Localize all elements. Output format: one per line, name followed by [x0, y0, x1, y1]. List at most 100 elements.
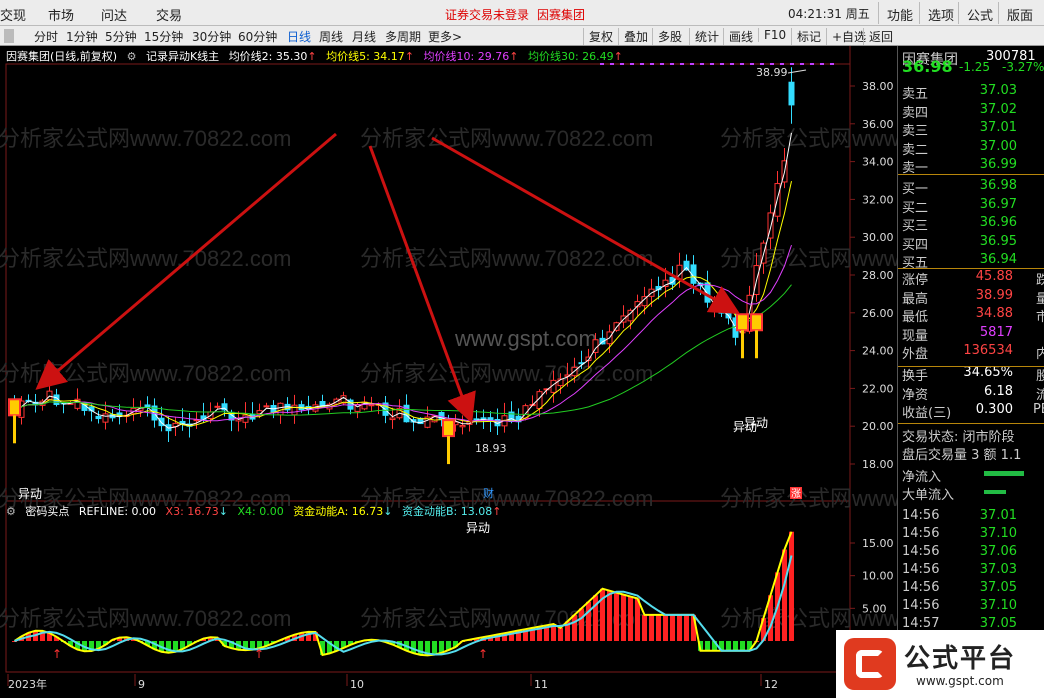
candle-body [291, 404, 298, 416]
fuquan-button[interactable]: 复权 [583, 28, 613, 45]
signal-dot [630, 63, 634, 65]
price-row: 36.98 -1.25 -3.27% [898, 57, 1044, 79]
orderbook-label: 买三 [902, 219, 929, 235]
candle-body [221, 403, 228, 411]
watermark-text: 分析家公式网www.70822.com [0, 246, 291, 271]
back-button[interactable]: 返回 [863, 28, 893, 45]
momentum-bar [789, 531, 794, 641]
tab-intraday[interactable]: 分时 [34, 28, 58, 45]
login-warning[interactable]: 证券交易未登录 [445, 6, 529, 23]
tab-multi-period[interactable]: 多周期 [385, 28, 421, 45]
stat-extra: 股 [1035, 369, 1044, 384]
multi-stock-button[interactable]: 多股 [652, 28, 682, 45]
stat-value: 34.65% [963, 365, 1013, 380]
signal-label: 异动 [466, 521, 490, 535]
tab-5min[interactable]: 5分钟 [105, 28, 137, 45]
momentum-bar [649, 614, 654, 641]
stat-extra: 市 [1035, 310, 1044, 326]
add-watchlist-button[interactable]: +自选 [826, 28, 866, 45]
tab-1min[interactable]: 1分钟 [66, 28, 98, 45]
sub-tick-label: 15.00 [862, 537, 894, 550]
orderbook-price: 36.95 [979, 233, 1017, 249]
gear-icon[interactable]: ⚙ [6, 505, 16, 518]
tick-time: 14:56 [902, 580, 940, 595]
signal-dot [780, 63, 784, 65]
candle-body [711, 306, 718, 309]
tab-more[interactable]: 更多> [428, 28, 462, 45]
stat-label: 最低 [902, 310, 929, 326]
menu-item-trade[interactable]: 交易 [156, 5, 182, 24]
orderbook-row[interactable]: 买三 36.96 [898, 215, 1044, 235]
tab-weekly[interactable]: 周线 [319, 28, 343, 45]
net-inflow-bar [984, 471, 1024, 476]
stat-row: 现量 5817 [898, 325, 1044, 344]
ma10-label: 均价线10: 29.76 [423, 50, 510, 63]
formula-name[interactable]: 记录异动K线主 [146, 50, 219, 63]
kline-chart[interactable]: 分析家公式网www.70822.com 分析家公式网www.70822.com 分析… [0, 46, 897, 698]
stat-value: 136534 [963, 343, 1013, 359]
signal-dot [680, 63, 684, 65]
orderbook-row[interactable]: 卖一 36.99 [898, 157, 1044, 176]
date-label: 11 [534, 678, 548, 691]
orderbook-row[interactable]: 买一 36.98 [898, 178, 1044, 197]
statistics-button[interactable]: 统计 [689, 28, 719, 45]
menu-item-trade-partial[interactable]: 交现 [0, 5, 26, 24]
tick-row: 14:56 37.10 [898, 526, 1044, 544]
period-toolbar: 分时 1分钟 5分钟 15分钟 30分钟 60分钟 日线 周线 月线 多周期 更… [0, 26, 1044, 46]
draw-line-button[interactable]: 画线 [723, 28, 753, 45]
f10-button[interactable]: F10 [758, 28, 786, 42]
stat-label: 涨停 [902, 273, 929, 288]
ma30-line [14, 284, 792, 416]
signal-dot [660, 63, 664, 65]
orderbook-price: 37.00 [979, 138, 1017, 154]
tick-time: 14:56 [902, 598, 940, 613]
tick-price: 37.10 [979, 598, 1017, 613]
candle-body [214, 405, 221, 408]
orderbook-row[interactable]: 卖五 37.03 [898, 83, 1044, 102]
orderbook-row[interactable]: 买四 36.95 [898, 233, 1044, 253]
menu-item-market[interactable]: 市场 [48, 5, 74, 24]
price-tick-label: 18.00 [862, 458, 894, 471]
price-change-pct: -3.27% [1002, 60, 1044, 74]
tab-15min[interactable]: 15分钟 [144, 28, 183, 45]
mark-button[interactable]: 标记 [791, 28, 821, 45]
tab-60min[interactable]: 60分钟 [238, 28, 277, 45]
indicator-name[interactable]: 密码买点 [25, 505, 69, 518]
orderbook-row[interactable]: 卖三 37.01 [898, 120, 1044, 139]
orderbook-row[interactable]: 卖四 37.02 [898, 102, 1044, 121]
date-label: 2023年 [8, 677, 47, 691]
x3-label: X3: 16.73 [165, 505, 219, 518]
layout-button[interactable]: 版面 [998, 2, 1041, 24]
candle-body [683, 260, 690, 271]
orderbook-price: 36.97 [979, 196, 1017, 212]
signal-dot [820, 63, 824, 65]
menu-item-wenda[interactable]: 问达 [101, 5, 127, 24]
momentum-bar [614, 592, 619, 641]
price-tick-label: 38.00 [862, 80, 894, 93]
net-inflow: 净流入 [898, 466, 1044, 485]
limit-up-label: 涨 [791, 488, 801, 500]
tick-price: 37.06 [979, 544, 1017, 559]
tick-time: 14:56 [902, 544, 940, 559]
tab-monthly[interactable]: 月线 [352, 28, 376, 45]
tick-row: 14:56 37.05 [898, 580, 1044, 598]
candle-body [242, 414, 249, 423]
momentum-bar [432, 641, 437, 655]
formula-button[interactable]: 公式 [958, 2, 1001, 24]
buy-arrow-mark: ↑ [52, 647, 62, 661]
gear-icon[interactable]: ⚙ [127, 50, 137, 63]
refline-label: REFLINE: 0.00 [78, 505, 157, 518]
stat-value: 45.88 [975, 269, 1013, 284]
tab-daily[interactable]: 日线 [287, 28, 311, 45]
stat-label: 换手 [902, 369, 929, 384]
orderbook-row[interactable]: 买二 36.97 [898, 196, 1044, 216]
overlay-button[interactable]: 叠加 [618, 28, 648, 45]
tab-30min[interactable]: 30分钟 [192, 28, 231, 45]
stat-value: 38.99 [975, 287, 1013, 303]
options-button[interactable]: 选项 [919, 2, 962, 24]
low-price-label: 18.93 [475, 442, 507, 455]
price-tick-label: 30.00 [862, 231, 894, 244]
tick-row: 14:56 37.01 [898, 508, 1044, 526]
orderbook-row[interactable]: 卖二 37.00 [898, 138, 1044, 158]
function-button[interactable]: 功能 [878, 2, 921, 24]
